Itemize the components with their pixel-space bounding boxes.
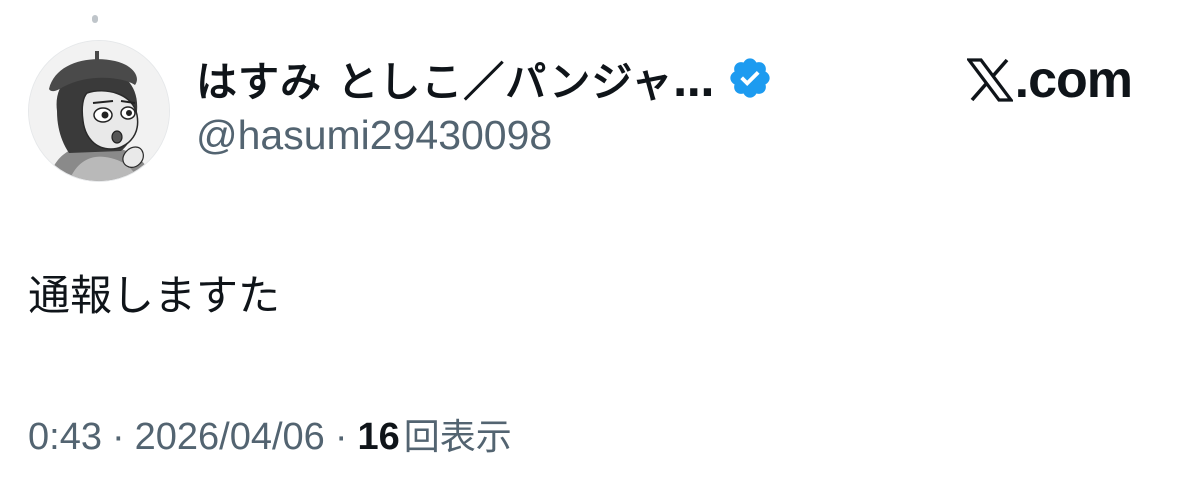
indicator-dot (92, 15, 98, 23)
author-name-row[interactable]: はすみ としこ／パンジャ… (196, 50, 773, 106)
tweet-date[interactable]: 2026/04/06 (135, 416, 325, 459)
verified-badge-icon (727, 55, 773, 101)
tweet-time[interactable]: 0:43 (28, 416, 102, 459)
meta-separator-2: · (334, 416, 348, 458)
views-label: 回表示 (403, 417, 512, 458)
avatar[interactable] (28, 40, 170, 182)
x-logo-icon (965, 58, 1014, 102)
cartoon-girl-beret-avatar (29, 41, 169, 181)
tweet-text: 通報しますた (28, 271, 281, 320)
meta-separator: · (111, 416, 125, 458)
tweet-meta: 0:43 · 2026/04/06 · 16 回表示 (28, 408, 512, 460)
views-count[interactable]: 16 (357, 416, 399, 459)
brand-logo: .com (965, 48, 1133, 112)
author-handle[interactable]: @hasumi29430098 (196, 112, 552, 159)
author-display-name[interactable]: はすみ としこ／パンジャ… (196, 48, 715, 108)
tweet-card: はすみ としこ／パンジャ… @hasumi29430098 .com 通報します… (0, 0, 1200, 486)
brand-domain-text: .com (1014, 51, 1133, 109)
